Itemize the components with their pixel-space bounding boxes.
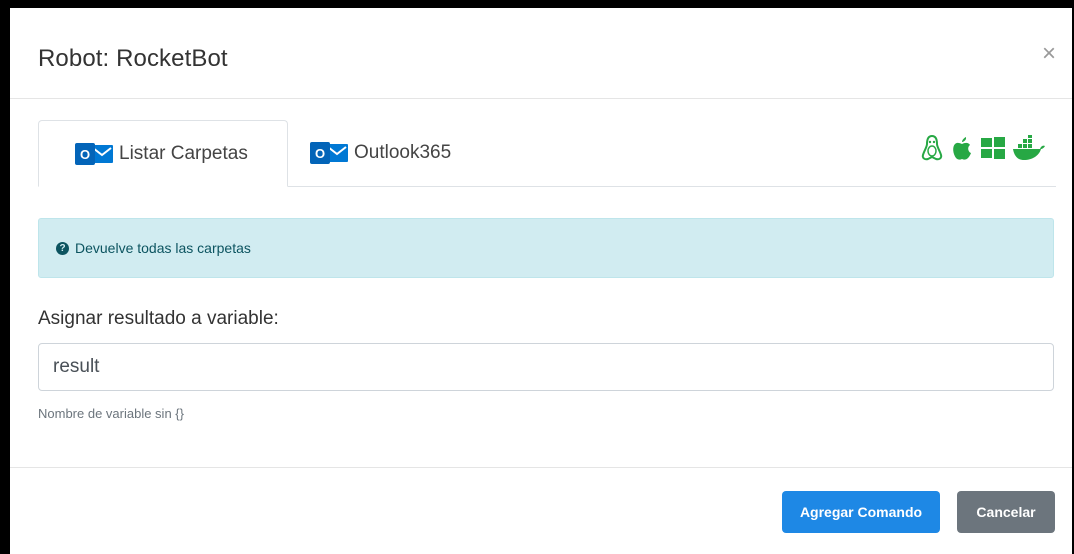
modal-header: Robot: RocketBot × <box>10 8 1072 99</box>
variable-label: Asignar resultado a variable: <box>38 308 279 329</box>
tab-outlook365[interactable]: O Outlook365 <box>310 120 510 185</box>
variable-input[interactable] <box>38 343 1054 391</box>
variable-help-text: Nombre de variable sin {} <box>38 406 184 421</box>
docker-icon <box>1013 135 1045 160</box>
cancel-button[interactable]: Cancelar <box>957 491 1055 533</box>
question-circle-icon: ? <box>56 241 69 255</box>
modal-footer: Agregar Comando Cancelar <box>10 467 1072 554</box>
apple-icon <box>953 137 971 160</box>
outlook-icon: O <box>75 142 113 165</box>
tab-listar-carpetas[interactable]: O Listar Carpetas <box>38 120 288 187</box>
windows-icon <box>981 137 1005 159</box>
svg-text:O: O <box>80 147 90 162</box>
svg-text:O: O <box>315 146 325 161</box>
linux-icon <box>921 134 943 161</box>
add-command-button[interactable]: Agregar Comando <box>782 491 940 533</box>
info-alert: ? Devuelve todas las carpetas <box>38 218 1054 278</box>
os-compatibility-icons <box>920 134 1046 162</box>
close-icon[interactable]: × <box>1042 42 1056 66</box>
tab-bar: O Listar Carpetas O Outlook365 <box>38 120 1056 187</box>
alert-text: Devuelve todas las carpetas <box>75 240 251 256</box>
modal-dialog: Robot: RocketBot × O Listar Carpetas O O… <box>10 8 1072 554</box>
modal-title: Robot: RocketBot <box>38 45 228 72</box>
tab-label: Listar Carpetas <box>119 142 248 164</box>
outlook-icon: O <box>310 141 348 164</box>
tab-label: Outlook365 <box>354 141 452 163</box>
